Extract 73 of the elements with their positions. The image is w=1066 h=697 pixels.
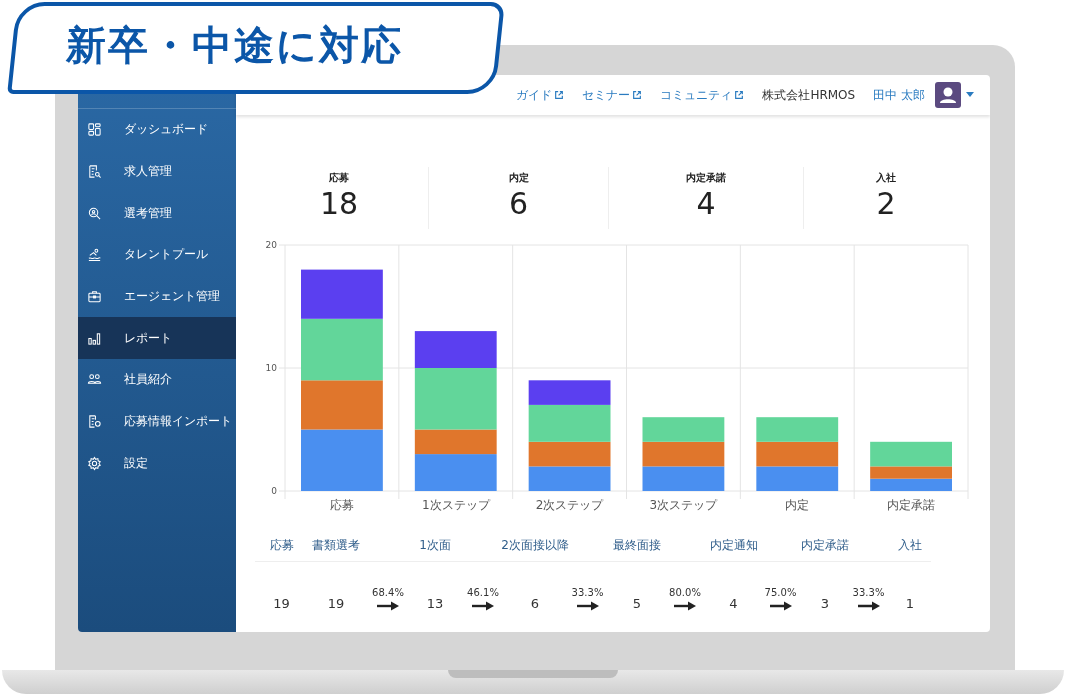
category-label: 2次ステップ — [535, 498, 604, 512]
stage-label: 1次面 — [419, 536, 451, 554]
external-link-icon — [554, 90, 565, 100]
caret-icon[interactable] — [966, 92, 974, 98]
arrow-icon — [769, 601, 792, 611]
sidebar-item[interactable]: 求人管理 — [78, 150, 236, 193]
company-name: 株式会社HRMOS — [762, 86, 856, 104]
avatar-icon[interactable] — [935, 82, 961, 108]
stat-label: 応募 — [329, 171, 349, 185]
conversion-rate: 75.0% — [764, 587, 797, 598]
stat-label: 内定 — [508, 171, 529, 185]
sidebar-item[interactable]: 社員紹介 — [78, 359, 236, 401]
header-link[interactable]: セミナー — [582, 86, 643, 104]
arrow-icon — [472, 601, 494, 611]
banner-title: 新卒・中途に対応 — [66, 21, 403, 70]
stage-label: 書類選考 — [312, 536, 360, 554]
stage-label: 応募 — [269, 536, 294, 554]
briefcase-icon — [87, 289, 102, 305]
conversion-rate: 33.3% — [571, 587, 604, 598]
sidebar-item[interactable]: ダッシュボード — [78, 109, 236, 151]
category-label: 内定承諾 — [887, 498, 936, 512]
bar-chart-icon — [87, 330, 102, 346]
axis-tick-label: 20 — [265, 240, 277, 250]
stage-count: 6 — [530, 596, 540, 613]
stat-label: 入社 — [876, 171, 896, 185]
stage-count: 19 — [327, 596, 345, 613]
arrow-icon — [857, 601, 880, 611]
sidebar-item[interactable]: 設定 — [78, 442, 236, 485]
sidebar-item[interactable]: エージェント管理 — [78, 275, 236, 318]
stage-count: 19 — [273, 596, 290, 613]
arrow-icon — [377, 601, 399, 611]
stage-count: 1 — [905, 596, 915, 613]
sidebar-item[interactable]: 選考管理 — [78, 192, 236, 235]
header-link[interactable]: ガイド — [516, 86, 565, 104]
sidebar-item[interactable]: 応募情報インポート — [78, 400, 236, 443]
stage-label: 内定通知 — [709, 536, 758, 554]
document-search-icon — [87, 164, 102, 180]
external-link-icon — [632, 90, 643, 100]
stat-value: 6 — [508, 185, 529, 223]
category-label: 3次ステップ — [649, 498, 718, 512]
stage-count: 13 — [426, 596, 444, 613]
document-gear-icon — [87, 414, 102, 430]
user-name[interactable]: 田中 太郎 — [873, 86, 925, 104]
stat-value: 2 — [876, 185, 896, 223]
stat-value: 18 — [319, 185, 359, 223]
external-link-icon — [734, 90, 745, 100]
stat-value: 4 — [696, 185, 716, 223]
axis-tick-label: 0 — [271, 486, 277, 496]
stage-label: 最終面接 — [613, 536, 661, 554]
header-link[interactable]: コミュニティ — [660, 86, 745, 104]
category-label: 応募 — [329, 498, 354, 512]
conversion-rate: 46.1% — [467, 587, 499, 598]
swimmer-icon — [87, 247, 102, 263]
settings-icon — [87, 455, 102, 471]
sidebar-item[interactable]: レポート — [78, 317, 236, 360]
stage-count: 4 — [729, 596, 738, 613]
category-label: 1次ステップ — [421, 498, 490, 512]
arrow-icon — [674, 601, 696, 611]
stage-count: 3 — [820, 596, 830, 613]
stage-label: 2次面接以降 — [501, 536, 569, 554]
axis-tick-label: 10 — [265, 363, 277, 373]
arrow-icon — [576, 601, 599, 611]
stage-label: 入社 — [898, 536, 922, 554]
dashboard-icon — [87, 122, 102, 138]
conversion-rate: 33.3% — [852, 587, 885, 598]
category-label: 内定 — [785, 498, 810, 512]
conversion-rate: 80.0% — [669, 587, 701, 598]
sidebar-item[interactable]: タレントプール — [78, 234, 236, 276]
stage-label: 内定承諾 — [801, 536, 849, 554]
search-icon — [87, 205, 102, 221]
stage-count: 5 — [632, 596, 642, 613]
conversion-rate: 68.4% — [372, 587, 404, 598]
stat-label: 内定承諾 — [686, 171, 726, 185]
